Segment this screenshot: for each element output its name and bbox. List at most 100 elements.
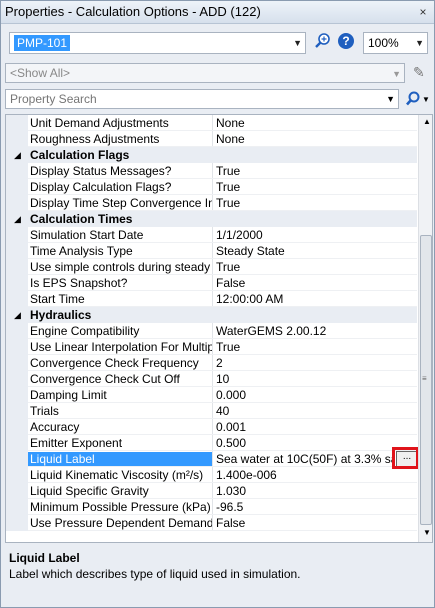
property-name: Liquid Specific Gravity — [30, 484, 149, 498]
show-filter-select[interactable]: <Show All> ▼ — [5, 63, 405, 83]
property-name: Display Status Messages? — [30, 164, 172, 178]
property-value[interactable]: 0.001 — [216, 420, 396, 434]
window-title: Properties - Calculation Options - ADD (… — [5, 4, 261, 19]
property-row[interactable]: Start Time 12:00:00 AM — [6, 291, 417, 307]
column-divider — [212, 291, 213, 307]
property-row[interactable]: Convergence Check Cut Off 10 — [6, 371, 417, 387]
property-value[interactable]: 10 — [216, 372, 396, 386]
property-name: Convergence Check Frequency — [30, 356, 199, 370]
description-panel: Liquid Label Label which describes type … — [5, 547, 433, 605]
property-name: Display Calculation Flags? — [30, 180, 172, 194]
chevron-down-icon[interactable]: ▼ — [392, 69, 401, 79]
vertical-scrollbar[interactable]: ▲ ≡ ▼ — [418, 115, 432, 542]
row-margin — [6, 115, 28, 131]
property-row[interactable]: Liquid Kinematic Viscosity (m²/s) 1.400e-… — [6, 467, 417, 483]
property-value[interactable]: 2 — [216, 356, 396, 370]
property-value[interactable]: 40 — [216, 404, 396, 418]
row-margin — [6, 483, 28, 499]
category-label: Calculation Times — [30, 212, 133, 226]
category-row[interactable]: ◢ Hydraulics — [6, 307, 417, 323]
property-row[interactable]: Is EPS Snapshot? False — [6, 275, 417, 291]
property-grid: Unit Demand Adjustments None Roughness Adj… — [5, 114, 433, 543]
property-row[interactable]: Minimum Possible Pressure (kPa) -96.5 — [6, 499, 417, 515]
property-row[interactable]: Liquid Label Sea water at 10C(50F) at 3.3… — [6, 447, 419, 469]
row-margin — [6, 419, 28, 435]
column-divider — [212, 227, 213, 243]
property-row[interactable]: Engine Compatibility WaterGEMS 2.00.12 — [6, 323, 417, 339]
scroll-down-arrow[interactable]: ▼ — [423, 528, 431, 537]
property-value[interactable]: None — [216, 116, 396, 130]
category-row[interactable]: ◢ Calculation Times — [6, 211, 417, 227]
property-value[interactable]: None — [216, 132, 396, 146]
column-divider — [212, 387, 213, 403]
row-margin — [6, 131, 28, 147]
search-icon[interactable] — [403, 90, 423, 108]
property-name: Engine Compatibility — [30, 324, 140, 338]
property-value[interactable]: Steady State — [216, 244, 396, 258]
property-row[interactable]: Liquid Specific Gravity 1.030 — [6, 483, 417, 499]
help-icon[interactable]: ? — [338, 33, 354, 49]
row-margin — [6, 355, 28, 371]
property-row[interactable]: Accuracy 0.001 — [6, 419, 417, 435]
property-search-input[interactable] — [8, 91, 384, 107]
property-value[interactable]: False — [216, 276, 396, 290]
grip-icon: ≡ — [422, 374, 427, 383]
property-row[interactable]: Damping Limit 0.000 — [6, 387, 417, 403]
chevron-down-icon[interactable]: ▼ — [293, 38, 302, 48]
property-value[interactable]: Sea water at 10C(50F) at 3.3% salinity — [216, 452, 392, 466]
property-value[interactable]: -96.5 — [216, 500, 396, 514]
property-row[interactable]: Time Analysis Type Steady State — [6, 243, 417, 259]
collapse-icon[interactable]: ◢ — [14, 150, 21, 161]
property-row[interactable]: Unit Demand Adjustments None — [6, 115, 417, 131]
property-value[interactable]: 12:00:00 AM — [216, 292, 396, 306]
property-search-box[interactable]: ▼ — [5, 89, 399, 109]
property-name: Minimum Possible Pressure (kPa) — [30, 500, 211, 514]
row-margin — [6, 403, 28, 419]
column-divider — [212, 499, 213, 515]
scroll-up-arrow[interactable]: ▲ — [423, 117, 431, 126]
edit-filter-icon[interactable]: ✎ — [413, 64, 431, 82]
collapse-icon[interactable]: ◢ — [14, 214, 21, 225]
property-value[interactable]: 0.500 — [216, 436, 396, 450]
property-row[interactable]: Use simple controls during steady st True — [6, 259, 417, 275]
property-row[interactable]: Simulation Start Date 1/1/2000 — [6, 227, 417, 243]
property-row[interactable]: Convergence Check Frequency 2 — [6, 355, 417, 371]
property-name: Emitter Exponent — [30, 436, 123, 450]
row-margin — [6, 499, 28, 515]
title-bar[interactable]: Properties - Calculation Options - ADD (… — [1, 1, 434, 24]
zoom-level-select[interactable]: 100% ▼ — [363, 32, 428, 54]
property-value[interactable]: 1/1/2000 — [216, 228, 396, 242]
chevron-down-icon[interactable]: ▼ — [415, 38, 424, 48]
property-name: Start Time — [30, 292, 85, 306]
property-value[interactable]: True — [216, 180, 396, 194]
property-value[interactable]: True — [216, 164, 396, 178]
chevron-down-icon[interactable]: ▼ — [386, 94, 395, 104]
property-row[interactable]: Display Status Messages? True — [6, 163, 417, 179]
column-divider — [212, 403, 213, 419]
property-row[interactable]: Display Time Step Convergence Info True — [6, 195, 417, 211]
chevron-down-icon[interactable]: ▼ — [422, 95, 430, 104]
property-value[interactable]: False — [216, 516, 396, 530]
property-value[interactable]: True — [216, 340, 396, 354]
property-value[interactable]: True — [216, 260, 396, 274]
property-value[interactable]: WaterGEMS 2.00.12 — [216, 324, 396, 338]
property-value[interactable]: 1.400e-006 — [216, 468, 396, 482]
zoom-to-icon[interactable] — [314, 32, 332, 50]
column-divider — [212, 451, 213, 467]
close-button[interactable]: × — [416, 5, 430, 19]
property-row[interactable]: Emitter Exponent 0.500 — [6, 435, 417, 451]
property-row[interactable]: Use Linear Interpolation For Multipoi Tru… — [6, 339, 417, 355]
property-name: Accuracy — [30, 420, 80, 434]
property-value[interactable]: True — [216, 196, 396, 210]
property-name: Damping Limit — [30, 388, 107, 402]
property-value[interactable]: 0.000 — [216, 388, 396, 402]
category-row[interactable]: ◢ Calculation Flags — [6, 147, 417, 163]
property-value[interactable]: 1.030 — [216, 484, 396, 498]
collapse-icon[interactable]: ◢ — [14, 310, 21, 321]
property-row[interactable]: Display Calculation Flags? True — [6, 179, 417, 195]
property-row[interactable]: Use Pressure Dependent Demand? False — [6, 515, 417, 531]
property-row[interactable]: Roughness Adjustments None — [6, 131, 417, 147]
property-row[interactable]: Trials 40 — [6, 403, 417, 419]
element-selector[interactable]: PMP-101 ▼ — [9, 32, 306, 54]
column-divider — [212, 131, 213, 147]
